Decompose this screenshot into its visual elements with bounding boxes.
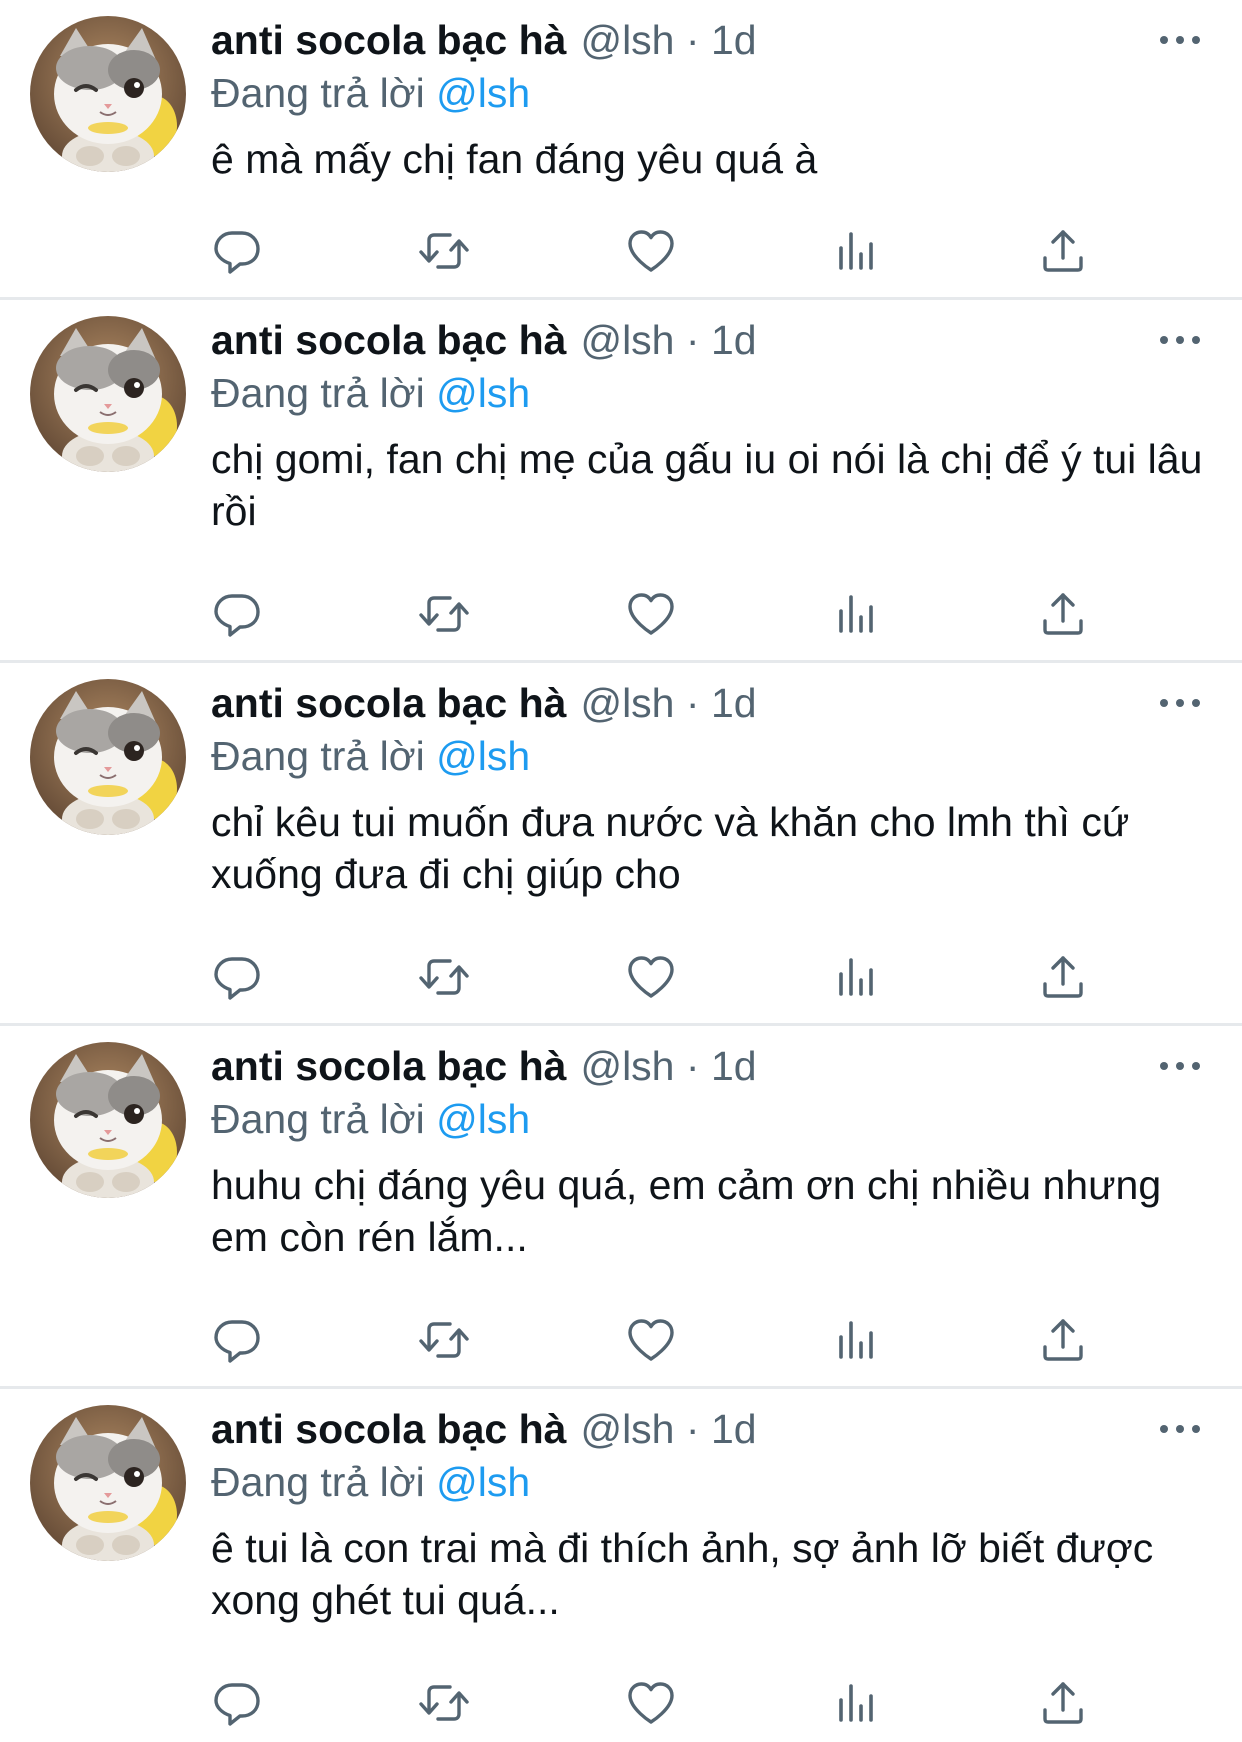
tweet[interactable]: anti socola bạc hà @lsh · 1d Đang trả lời … — [0, 1026, 1242, 1389]
heart-icon[interactable] — [624, 1676, 678, 1730]
replying-to: Đang trả lời @lsh — [211, 67, 530, 119]
timestamp[interactable]: 1d — [711, 317, 757, 363]
avatar[interactable] — [30, 316, 186, 472]
heart-icon[interactable] — [624, 1313, 678, 1367]
reply-icon[interactable] — [210, 950, 264, 1004]
separator-dot: · — [685, 1043, 700, 1089]
author-name[interactable]: anti socola bạc hà — [211, 680, 566, 726]
separator-dot: · — [685, 317, 700, 363]
replying-to: Đang trả lời @lsh — [211, 730, 530, 782]
replying-to: Đang trả lời @lsh — [211, 367, 530, 419]
replying-to-label: Đang trả lời — [211, 733, 425, 779]
more-icon[interactable] — [1158, 691, 1202, 715]
author-handle: @lsh — [580, 1406, 675, 1452]
retweet-icon[interactable] — [417, 224, 471, 278]
replying-to-label: Đang trả lời — [211, 70, 425, 116]
author-handle: @lsh — [580, 680, 675, 726]
tweet-feed: anti socola bạc hà @lsh · 1d Đang trả lời … — [0, 0, 1242, 1742]
tweet[interactable]: anti socola bạc hà @lsh · 1d Đang trả lời … — [0, 300, 1242, 663]
author-name[interactable]: anti socola bạc hà — [211, 17, 566, 63]
more-icon[interactable] — [1158, 1054, 1202, 1078]
timestamp[interactable]: 1d — [711, 17, 757, 63]
tweet-header: anti socola bạc hà @lsh · 1d — [211, 677, 757, 729]
analytics-icon[interactable] — [830, 1676, 884, 1730]
tweet-header: anti socola bạc hà @lsh · 1d — [211, 14, 757, 66]
analytics-icon[interactable] — [830, 1313, 884, 1367]
more-icon[interactable] — [1158, 328, 1202, 352]
separator-dot: · — [685, 680, 700, 726]
tweet-text: huhu chị đáng yêu quá, em cảm ơn chị nhi… — [211, 1162, 1162, 1260]
retweet-icon[interactable] — [417, 950, 471, 1004]
author-name[interactable]: anti socola bạc hà — [211, 1043, 566, 1089]
tweet-text: chỉ kêu tui muốn đưa nước và khăn cho lm… — [211, 799, 1130, 897]
tweet-actions — [210, 1313, 1090, 1367]
avatar[interactable] — [30, 679, 186, 835]
tweet-header: anti socola bạc hà @lsh · 1d — [211, 1403, 757, 1455]
retweet-icon[interactable] — [417, 587, 471, 641]
tweet[interactable]: anti socola bạc hà @lsh · 1d Đang trả lời … — [0, 663, 1242, 1026]
timestamp[interactable]: 1d — [711, 1043, 757, 1089]
mention-link[interactable]: @lsh — [436, 370, 530, 416]
timestamp[interactable]: 1d — [711, 680, 757, 726]
reply-icon[interactable] — [210, 224, 264, 278]
share-icon[interactable] — [1036, 950, 1090, 1004]
mention-link[interactable]: @lsh — [436, 733, 530, 779]
replying-to-label: Đang trả lời — [211, 1459, 425, 1505]
author-handle: @lsh — [580, 317, 675, 363]
heart-icon[interactable] — [624, 224, 678, 278]
tweet-actions — [210, 950, 1090, 1004]
mention-link[interactable]: @lsh — [436, 1096, 530, 1142]
avatar[interactable] — [30, 1405, 186, 1561]
analytics-icon[interactable] — [830, 587, 884, 641]
heart-icon[interactable] — [624, 950, 678, 1004]
author-handle: @lsh — [580, 1043, 675, 1089]
avatar[interactable] — [30, 1042, 186, 1198]
analytics-icon[interactable] — [830, 950, 884, 1004]
mention-link[interactable]: @lsh — [436, 1459, 530, 1505]
reply-icon[interactable] — [210, 1313, 264, 1367]
reply-icon[interactable] — [210, 587, 264, 641]
reply-icon[interactable] — [210, 1676, 264, 1730]
tweet-header: anti socola bạc hà @lsh · 1d — [211, 1040, 757, 1092]
retweet-icon[interactable] — [417, 1313, 471, 1367]
tweet-actions — [210, 1676, 1090, 1730]
mention-link[interactable]: @lsh — [436, 70, 530, 116]
replying-to-label: Đang trả lời — [211, 1096, 425, 1142]
tweet-actions — [210, 587, 1090, 641]
share-icon[interactable] — [1036, 1313, 1090, 1367]
analytics-icon[interactable] — [830, 224, 884, 278]
author-handle: @lsh — [580, 17, 675, 63]
replying-to-label: Đang trả lời — [211, 370, 425, 416]
tweet-text: chị gomi, fan chị mẹ của gấu iu oi nói l… — [211, 436, 1203, 534]
avatar[interactable] — [30, 16, 186, 172]
share-icon[interactable] — [1036, 587, 1090, 641]
replying-to: Đang trả lời @lsh — [211, 1456, 530, 1508]
more-icon[interactable] — [1158, 1417, 1202, 1441]
tweet-actions — [210, 224, 1090, 278]
heart-icon[interactable] — [624, 587, 678, 641]
timestamp[interactable]: 1d — [711, 1406, 757, 1452]
separator-dot: · — [685, 1406, 700, 1452]
tweet-header: anti socola bạc hà @lsh · 1d — [211, 314, 757, 366]
tweet-text: ê tui là con trai mà đi thích ảnh, sợ ản… — [211, 1525, 1154, 1623]
share-icon[interactable] — [1036, 224, 1090, 278]
retweet-icon[interactable] — [417, 1676, 471, 1730]
more-icon[interactable] — [1158, 28, 1202, 52]
author-name[interactable]: anti socola bạc hà — [211, 317, 566, 363]
author-name[interactable]: anti socola bạc hà — [211, 1406, 566, 1452]
tweet[interactable]: anti socola bạc hà @lsh · 1d Đang trả lời … — [0, 0, 1242, 300]
share-icon[interactable] — [1036, 1676, 1090, 1730]
separator-dot: · — [685, 17, 700, 63]
tweet-text: ê mà mấy chị fan đáng yêu quá à — [211, 136, 818, 182]
tweet[interactable]: anti socola bạc hà @lsh · 1d Đang trả lời … — [0, 1389, 1242, 1742]
replying-to: Đang trả lời @lsh — [211, 1093, 530, 1145]
